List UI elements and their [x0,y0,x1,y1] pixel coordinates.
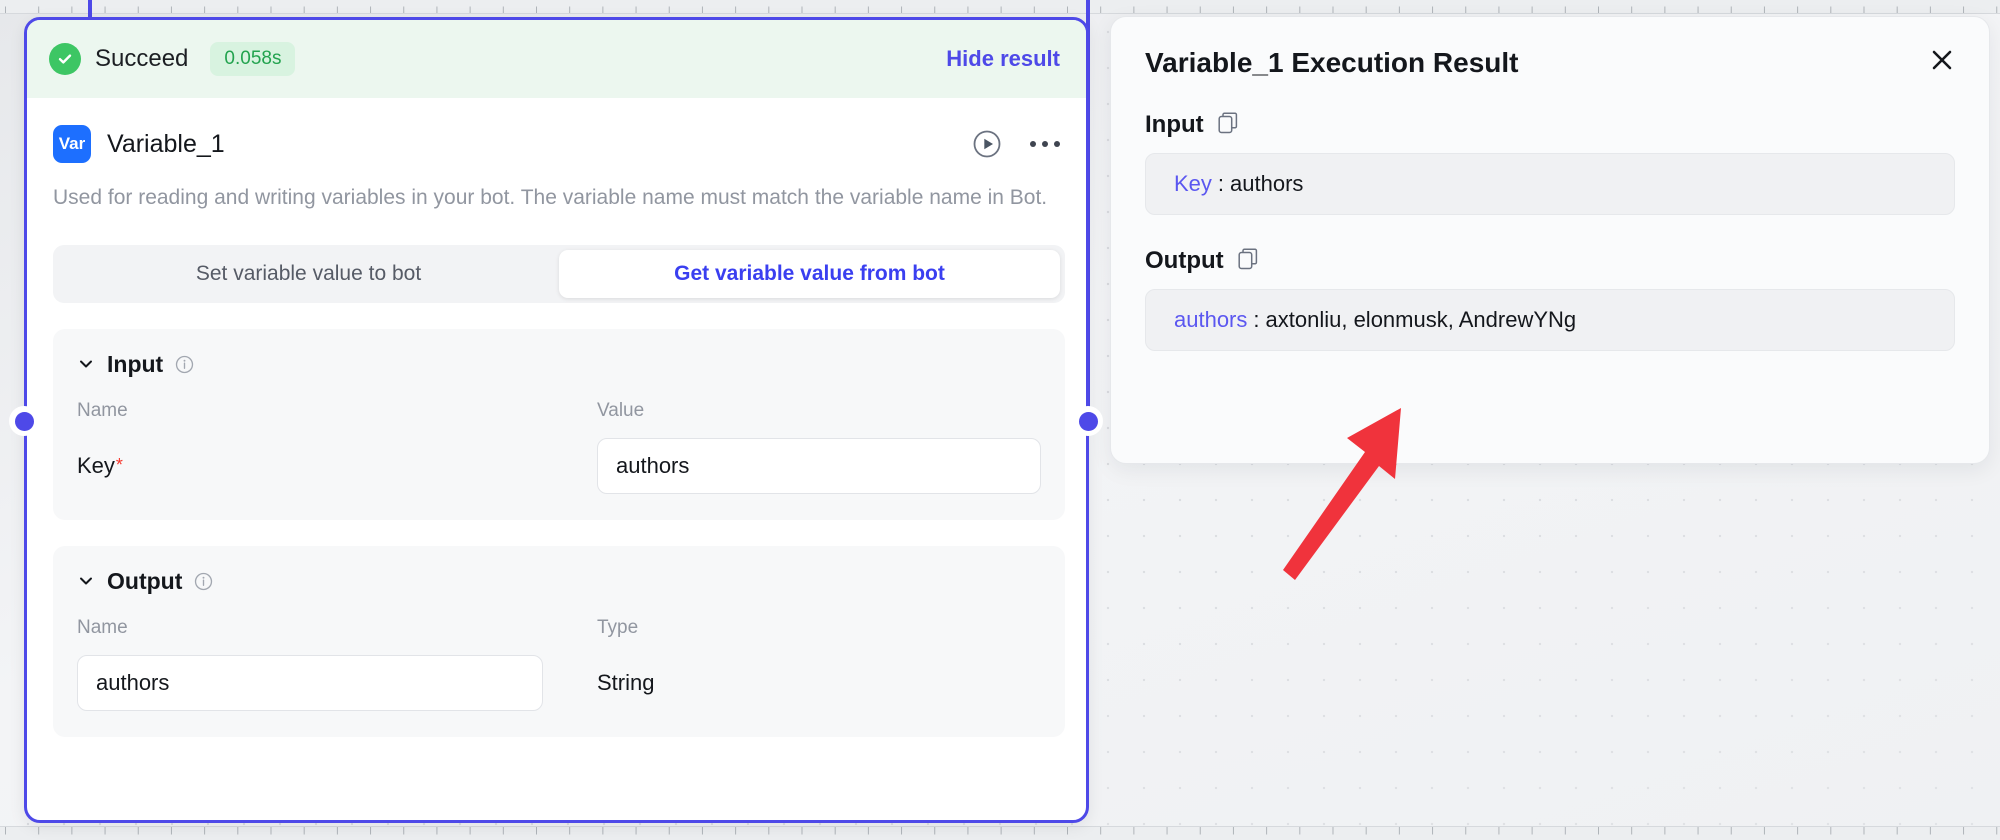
output-row-type: String [597,655,1041,711]
workflow-canvas[interactable]: Succeed 0.058s Hide result Var Variable_… [0,0,2000,840]
panel-header: Variable_1 Execution Result [1145,47,1955,79]
mode-option-set[interactable]: Set variable value to bot [58,250,559,298]
variable-node-card[interactable]: Succeed 0.058s Hide result Var Variable_… [24,17,1089,823]
output-result-label-row: Output [1145,247,1955,275]
required-asterisk: * [115,455,123,476]
input-result-key: Key [1174,171,1212,196]
output-type-value: String [597,669,655,695]
input-col-name-header: Name [77,399,128,421]
node-status-strip: Succeed 0.058s Hide result [27,20,1086,98]
node-description: Used for reading and writing variables i… [53,186,1048,209]
node-title[interactable]: Variable_1 [107,130,225,159]
input-result-label: Input [1145,111,1204,138]
input-row-name: Key * [77,438,597,494]
input-column-headers: Name Value [77,378,1041,422]
output-row-name: authors [77,654,597,711]
output-section: Output Name Type authors String [53,545,1065,737]
output-result-box: authors : axtonliu, elonmusk, AndrewYNg [1145,289,1955,351]
input-section-title: Input [107,350,164,377]
output-result-label: Output [1145,247,1224,274]
var-type-badge: Var [53,125,91,163]
output-col-type-header: Type [597,616,639,638]
chevron-down-icon[interactable] [77,355,95,373]
copy-icon[interactable] [1218,111,1238,139]
output-result-value: axtonliu, elonmusk, AndrewYNg [1265,307,1577,332]
copy-icon[interactable] [1238,247,1258,275]
mode-toggle-group[interactable]: Set variable value to bot Get variable v… [53,244,1065,303]
info-circle-icon[interactable] [194,572,213,591]
check-circle-icon [49,43,81,75]
output-name-field[interactable]: authors [77,654,543,711]
input-row: Key * authors [77,422,1041,494]
output-column-headers: Name Type [77,595,1041,639]
ruler-bottom [0,826,2000,840]
mode-option-get[interactable]: Get variable value from bot [559,249,1060,298]
execution-result-panel[interactable]: Variable_1 Execution Result Input Key : … [1110,16,1990,464]
input-result-separator: : [1217,171,1225,196]
input-key-value-field[interactable]: authors [597,437,1041,494]
input-section: Input Name Value Key * authors [53,328,1065,520]
input-port[interactable] [9,406,39,436]
output-row: authors String [77,639,1041,711]
node-title-row: Var Variable_1 [53,122,1060,166]
output-result-key: authors [1174,307,1248,332]
output-section-title: Output [107,567,183,594]
node-body: Var Variable_1 Used for reading and writ… [27,98,1086,737]
input-row-value: authors [597,437,1041,494]
output-section-header[interactable]: Output [77,568,1041,595]
output-port[interactable] [1073,406,1103,436]
close-icon[interactable] [1929,47,1955,78]
status-label: Succeed [95,45,189,72]
node-actions [972,129,1060,159]
input-col-value-header: Value [597,399,645,421]
chevron-down-icon[interactable] [77,572,95,590]
input-result-box: Key : authors [1145,153,1955,215]
info-circle-icon[interactable] [175,355,194,374]
duration-badge: 0.058s [210,42,296,76]
output-result-separator: : [1253,307,1260,332]
input-section-header[interactable]: Input [77,351,1041,378]
input-key-label: Key [77,452,115,478]
input-result-value: authors [1230,171,1304,196]
hide-result-button[interactable]: Hide result [946,46,1060,72]
more-horizontal-icon[interactable] [1030,141,1060,147]
play-circle-icon[interactable] [972,129,1002,159]
input-result-label-row: Input [1145,111,1955,139]
ruler-top [0,0,2000,14]
output-col-name-header: Name [77,616,128,638]
panel-title: Variable_1 Execution Result [1145,47,1519,78]
